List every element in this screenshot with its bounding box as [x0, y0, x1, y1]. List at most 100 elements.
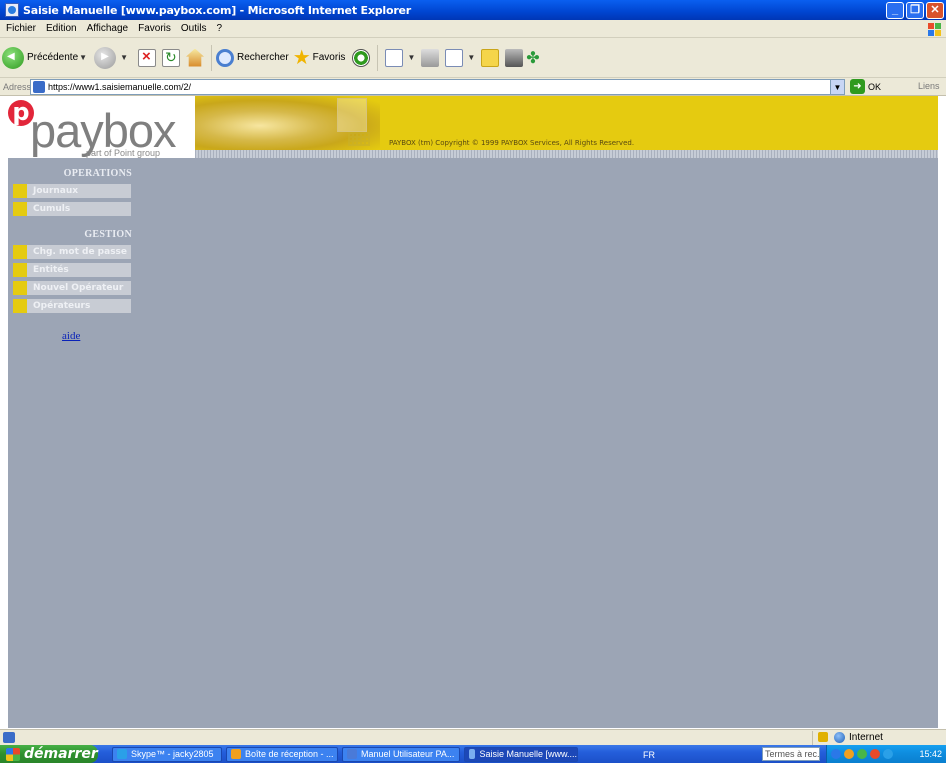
maximize-button[interactable]: ❐	[906, 2, 924, 19]
tray-skype-icon[interactable]	[883, 749, 893, 759]
menu-outils[interactable]: Outils	[179, 23, 209, 34]
back-button[interactable]: Précédente ▼	[2, 46, 90, 69]
mail-icon[interactable]	[385, 48, 404, 67]
start-button[interactable]: démarrer	[0, 745, 98, 763]
task-label: Boîte de réception - ...	[245, 749, 334, 759]
page-icon	[33, 81, 45, 93]
tray-mail-icon[interactable]	[844, 749, 854, 759]
banner: PAYBOX (tm) Copyright © 1999 PAYBOX Serv…	[195, 96, 938, 150]
menu-bar: Fichier Edition Affichage Favoris Outils…	[0, 20, 946, 38]
messenger-icon[interactable]: ✤	[526, 48, 539, 68]
search-label: Rechercher	[237, 52, 289, 63]
refresh-icon[interactable]	[162, 48, 180, 67]
nav-new-operator[interactable]: Nouvel Opérateur	[13, 281, 131, 295]
toolbar-separator	[377, 44, 379, 71]
menu-help[interactable]: ?	[214, 23, 224, 34]
address-input[interactable]: https://www1.saisiemanuelle.com/2/ ▼	[30, 79, 845, 95]
back-label: Précédente	[27, 52, 79, 63]
nav-marker	[13, 245, 27, 259]
address-url: https://www1.saisiemanuelle.com/2/	[48, 82, 192, 92]
banner-image	[195, 96, 380, 150]
menu-fichier[interactable]: Fichier	[4, 23, 38, 34]
nav-marker	[13, 281, 27, 295]
nav-entites[interactable]: Entités	[13, 263, 131, 277]
cube-graphic	[337, 98, 367, 132]
forward-arrow-icon	[94, 46, 117, 69]
browser-toolbar: Précédente ▼ ▼ Rechercher ★ Favoris ▼ ▼ …	[0, 38, 946, 78]
search-button[interactable]: Rechercher	[216, 48, 289, 67]
lock-icon[interactable]	[818, 732, 828, 742]
clock[interactable]: 15:42	[919, 749, 942, 759]
page-done-icon	[3, 732, 15, 743]
language-indicator[interactable]: FR	[643, 750, 655, 760]
stop-icon[interactable]	[138, 48, 156, 67]
nav-marker	[13, 184, 27, 198]
logo-subtitle: part of Point group	[86, 148, 161, 158]
task-skype[interactable]: Skype™ - jacky2805	[112, 746, 222, 762]
go-arrow-icon: ➜	[850, 79, 865, 94]
ie-icon	[469, 749, 476, 759]
logo-text: paybox	[30, 104, 177, 157]
star-icon: ★	[292, 46, 311, 69]
nav-marker	[13, 263, 27, 277]
research-icon[interactable]	[505, 48, 524, 67]
nav-operateurs[interactable]: Opérateurs	[13, 299, 131, 313]
desktop-search-input[interactable]: Termes à rec...	[762, 747, 820, 761]
task-label: Manuel Utilisateur PA...	[361, 749, 455, 759]
task-label: Saisie Manuelle [www....	[479, 749, 577, 759]
folder-icon[interactable]	[481, 48, 500, 67]
chevron-down-icon[interactable]: ▼	[120, 53, 128, 62]
nav-label: Cumuls	[33, 204, 71, 214]
print-icon[interactable]	[421, 48, 440, 67]
address-bar: Adresse https://www1.saisiemanuelle.com/…	[0, 78, 946, 96]
page-header: p paybox part of Point group PAYBOX (tm)…	[8, 96, 938, 158]
nav-cumuls[interactable]: Cumuls	[13, 202, 131, 216]
minimize-button[interactable]: _	[886, 2, 904, 19]
ie-icon	[5, 3, 19, 17]
forward-button[interactable]: ▼	[94, 46, 131, 69]
go-button[interactable]: ➜ OK	[850, 79, 881, 94]
nav-marker	[13, 299, 27, 313]
nav-marker	[13, 202, 27, 216]
close-button[interactable]: ✕	[926, 2, 944, 19]
menu-favoris[interactable]: Favoris	[136, 23, 173, 34]
nav-label: Opérateurs	[33, 301, 91, 311]
globe-icon	[834, 732, 845, 743]
nav-change-password[interactable]: Chg. mot de passe	[13, 245, 131, 259]
chevron-down-icon[interactable]: ▼	[407, 53, 415, 62]
menu-affichage[interactable]: Affichage	[85, 23, 131, 34]
start-label: démarrer	[24, 746, 98, 762]
menu-edition[interactable]: Edition	[44, 23, 79, 34]
task-saisie[interactable]: Saisie Manuelle [www....	[464, 746, 578, 762]
edit-icon[interactable]	[445, 48, 464, 67]
window-title: Saisie Manuelle [www.paybox.com] - Micro…	[23, 3, 412, 17]
window-title-bar: Saisie Manuelle [www.paybox.com] - Micro…	[0, 0, 946, 20]
nav-journaux[interactable]: Journaux	[13, 184, 131, 198]
nav-label: Nouvel Opérateur	[33, 283, 124, 293]
paybox-logo[interactable]: p paybox part of Point group	[8, 96, 195, 158]
chevron-down-icon[interactable]: ▼	[79, 53, 87, 62]
task-manual[interactable]: Manuel Utilisateur PA...	[342, 746, 460, 762]
task-label: Skype™ - jacky2805	[131, 749, 214, 759]
tray-messenger-icon[interactable]	[857, 749, 867, 759]
chevron-down-icon[interactable]: ▼	[467, 53, 475, 62]
links-toolbar[interactable]: Liens	[918, 81, 940, 91]
tray-app-icon[interactable]	[831, 749, 841, 759]
help-link[interactable]: aide	[62, 330, 80, 342]
tray-security-icon[interactable]	[870, 749, 880, 759]
task-inbox[interactable]: Boîte de réception - ...	[226, 746, 338, 762]
history-icon[interactable]	[352, 48, 371, 67]
chevron-down-icon[interactable]: ▼	[830, 80, 844, 94]
search-icon	[216, 48, 234, 67]
favorites-button[interactable]: ★ Favoris	[293, 48, 346, 68]
windows-flag-icon	[6, 747, 20, 761]
home-icon[interactable]	[186, 48, 204, 67]
gestion-heading: GESTION	[84, 229, 132, 240]
nav-label: Chg. mot de passe	[33, 247, 128, 257]
web-page: p paybox part of Point group PAYBOX (tm)…	[8, 96, 938, 728]
copyright-text: PAYBOX (tm) Copyright © 1999 PAYBOX Serv…	[389, 139, 635, 147]
word-icon	[347, 749, 357, 759]
skype-icon	[117, 749, 127, 759]
operations-heading: OPERATIONS	[63, 168, 132, 179]
status-bar: Internet	[0, 729, 946, 745]
